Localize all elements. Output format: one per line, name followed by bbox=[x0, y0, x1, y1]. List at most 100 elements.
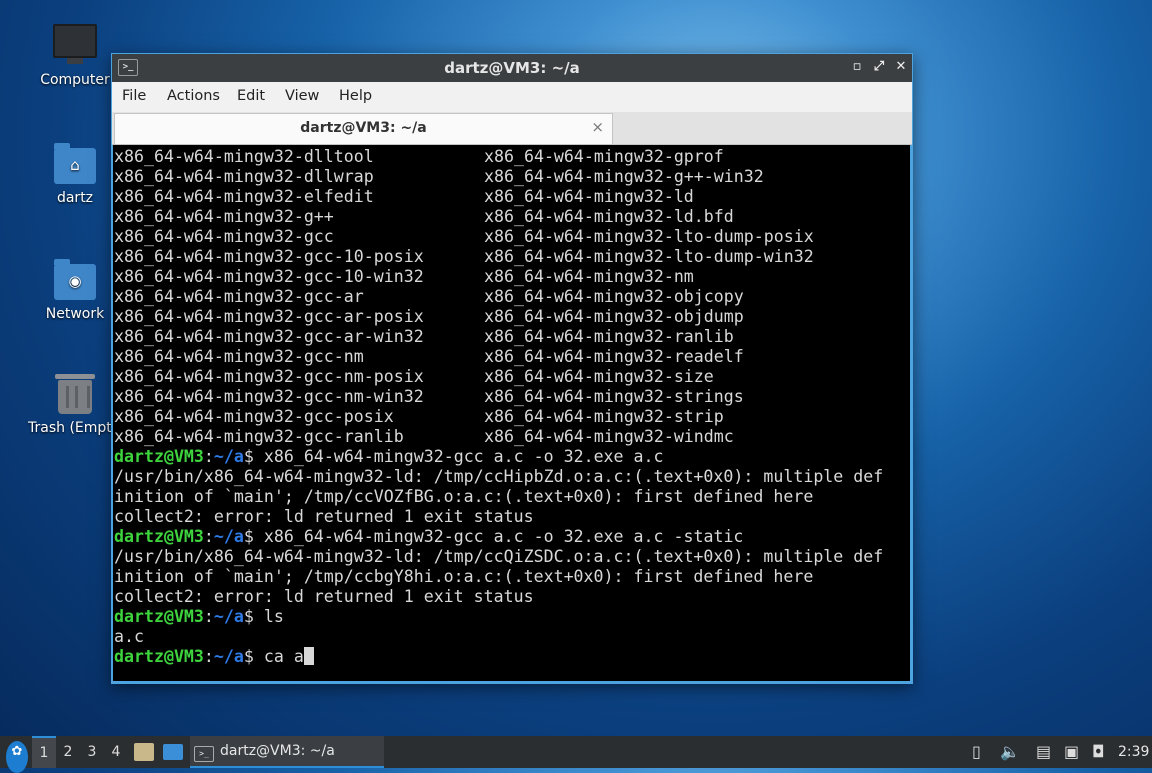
menu-file[interactable]: File bbox=[122, 88, 146, 104]
terminal-line: x86_64-w64-mingw32-gcc-nm-win32 x86_64-w6… bbox=[114, 387, 883, 407]
home-folder-icon: ⌂ bbox=[54, 143, 96, 184]
command-output: /usr/bin/x86_64-w64-mingw32-ld: /tmp/ccQ… bbox=[114, 547, 884, 566]
clock: 2:39 bbox=[1118, 744, 1150, 760]
tab-close-icon[interactable]: × bbox=[591, 118, 604, 136]
volume-icon[interactable]: 🔈 bbox=[1000, 736, 1020, 768]
start-menu-button[interactable]: ✿ bbox=[6, 741, 28, 773]
terminal-line: x86_64-w64-mingw32-gcc-posix x86_64-w64-m… bbox=[114, 407, 883, 427]
terminal-line: x86_64-w64-mingw32-gcc-ar x86_64-w64-ming… bbox=[114, 287, 883, 307]
listing-entry: x86_64-w64-mingw32-strings bbox=[484, 387, 744, 406]
terminal-line: dartz@VM3:~/a$ ls bbox=[114, 607, 883, 627]
listing-entry: x86_64-w64-mingw32-gcc-10-win32 bbox=[114, 267, 424, 286]
terminal-line: /usr/bin/x86_64-w64-mingw32-ld: /tmp/ccH… bbox=[114, 467, 883, 487]
workspace-1[interactable]: 1 bbox=[32, 736, 56, 768]
prompt-separator: : bbox=[203, 647, 214, 666]
listing-entry: x86_64-w64-mingw32-objcopy bbox=[484, 287, 744, 306]
listing-entry: x86_64-w64-mingw32-gcc-10-posix bbox=[114, 247, 424, 266]
network-icon[interactable]: ▣ bbox=[1064, 736, 1079, 768]
command-text: x86_64-w64-mingw32-gcc a.c -o 32.exe a.c… bbox=[263, 527, 744, 546]
terminal-icon: >_ bbox=[194, 746, 214, 762]
terminal-line: dartz@VM3:~/a$ ca a bbox=[114, 647, 883, 667]
listing-entry: x86_64-w64-mingw32-gcc-ar bbox=[114, 287, 364, 306]
command-text: x86_64-w64-mingw32-gcc a.c -o 32.exe a.c bbox=[263, 447, 664, 466]
terminal-output[interactable]: x86_64-w64-mingw32-dlltool x86_64-w64-min… bbox=[113, 145, 910, 681]
command-output: inition of `main'; /tmp/ccbgY8hi.o:a.c:(… bbox=[114, 567, 814, 586]
taskbar: ✿ 1 2 3 4 >_ dartz@VM3: ~/a ▯ 🔈 ▤ ▣ ◘ 2:3… bbox=[0, 736, 1152, 773]
prompt-separator: : bbox=[203, 607, 214, 626]
close-button[interactable]: ✕ bbox=[892, 58, 910, 76]
listing-entry: x86_64-w64-mingw32-nm bbox=[484, 267, 694, 286]
prompt-path: ~/a bbox=[213, 647, 244, 666]
listing-entry: x86_64-w64-mingw32-strip bbox=[484, 407, 724, 426]
listing-entry: x86_64-w64-mingw32-g++-win32 bbox=[484, 167, 764, 186]
terminal-line: x86_64-w64-mingw32-gcc-ar-posix x86_64-w6… bbox=[114, 307, 883, 327]
terminal-line: collect2: error: ld returned 1 exit stat… bbox=[114, 507, 883, 527]
listing-entry: x86_64-w64-mingw32-windmc bbox=[484, 427, 734, 446]
terminal-line: x86_64-w64-mingw32-gcc-10-win32 x86_64-w6… bbox=[114, 267, 883, 287]
prompt-separator: : bbox=[203, 527, 214, 546]
clipboard-icon[interactable]: ▯ bbox=[972, 736, 981, 768]
terminal-line: x86_64-w64-mingw32-gcc-10-posix x86_64-w6… bbox=[114, 247, 883, 267]
workspace-2[interactable]: 2 bbox=[56, 736, 80, 768]
terminal-line: dartz@VM3:~/a$ x86_64-w64-mingw32-gcc a.… bbox=[114, 527, 883, 547]
notes-icon[interactable]: ▤ bbox=[1036, 736, 1051, 768]
prompt-user: dartz@VM3 bbox=[114, 607, 204, 626]
prompt-symbol: $ bbox=[243, 527, 264, 546]
taskbar-item-label: dartz@VM3: ~/a bbox=[220, 743, 335, 759]
terminal-line: x86_64-w64-mingw32-dllwrap x86_64-w64-min… bbox=[114, 167, 883, 187]
maximize-button[interactable]: ⤢ bbox=[870, 58, 888, 76]
listing-entry: x86_64-w64-mingw32-ld bbox=[484, 187, 694, 206]
prompt-separator: : bbox=[203, 447, 214, 466]
command-output: /usr/bin/x86_64-w64-mingw32-ld: /tmp/ccH… bbox=[114, 467, 884, 486]
taskbar-item-terminal[interactable]: >_ dartz@VM3: ~/a bbox=[190, 736, 384, 768]
menu-actions[interactable]: Actions bbox=[167, 88, 220, 104]
terminal-line: dartz@VM3:~/a$ x86_64-w64-mingw32-gcc a.… bbox=[114, 447, 883, 467]
listing-entry: x86_64-w64-mingw32-gcc-nm-posix bbox=[114, 367, 424, 386]
text-cursor bbox=[303, 647, 314, 665]
terminal-line: x86_64-w64-mingw32-gcc x86_64-w64-mingw32… bbox=[114, 227, 883, 247]
listing-entry: x86_64-w64-mingw32-gprof bbox=[484, 147, 724, 166]
updates-icon[interactable]: ◘ bbox=[1092, 736, 1105, 768]
listing-entry: x86_64-w64-mingw32-g++ bbox=[114, 207, 334, 226]
listing-entry: x86_64-w64-mingw32-lto-dump-posix bbox=[484, 227, 814, 246]
command-output: collect2: error: ld returned 1 exit stat… bbox=[114, 587, 534, 606]
window-titlebar[interactable]: >_ dartz@VM3: ~/a ▫ ⤢ ✕ bbox=[112, 54, 912, 82]
listing-entry: x86_64-w64-mingw32-gcc-ar-win32 bbox=[114, 327, 424, 346]
workspace-4[interactable]: 4 bbox=[104, 736, 128, 768]
listing-entry: x86_64-w64-mingw32-elfedit bbox=[114, 187, 374, 206]
menu-view[interactable]: View bbox=[285, 88, 319, 104]
window-title: dartz@VM3: ~/a bbox=[444, 59, 580, 77]
workspace-3[interactable]: 3 bbox=[80, 736, 104, 768]
terminal-line: /usr/bin/x86_64-w64-mingw32-ld: /tmp/ccQ… bbox=[114, 547, 883, 567]
prompt-path: ~/a bbox=[213, 607, 244, 626]
listing-entry: x86_64-w64-mingw32-gcc-nm bbox=[114, 347, 364, 366]
command-text: ls bbox=[263, 607, 284, 626]
terminal-line: a.c bbox=[114, 627, 883, 647]
tab-terminal[interactable]: dartz@VM3: ~/a × bbox=[114, 113, 613, 144]
terminal-line: inition of `main'; /tmp/ccbgY8hi.o:a.c:(… bbox=[114, 567, 883, 587]
listing-entry: x86_64-w64-mingw32-dlltool bbox=[114, 147, 374, 166]
listing-entry: x86_64-w64-mingw32-readelf bbox=[484, 347, 744, 366]
trash-icon bbox=[55, 374, 95, 414]
menu-edit[interactable]: Edit bbox=[237, 88, 265, 104]
minimize-button[interactable]: ▫ bbox=[848, 58, 866, 76]
show-desktop-icon[interactable] bbox=[163, 744, 183, 760]
prompt-symbol: $ bbox=[243, 647, 264, 666]
listing-entry: x86_64-w64-mingw32-gcc-ranlib bbox=[114, 427, 404, 446]
listing-entry: x86_64-w64-mingw32-objdump bbox=[484, 307, 744, 326]
listing-entry: x86_64-w64-mingw32-lto-dump-win32 bbox=[484, 247, 814, 266]
listing-entry: x86_64-w64-mingw32-size bbox=[484, 367, 714, 386]
network-folder-icon: ◉ bbox=[54, 259, 96, 300]
file-manager-launcher-icon[interactable] bbox=[134, 743, 154, 761]
terminal-line: x86_64-w64-mingw32-gcc-nm-posix x86_64-w6… bbox=[114, 367, 883, 387]
terminal-line: collect2: error: ld returned 1 exit stat… bbox=[114, 587, 883, 607]
listing-entry: x86_64-w64-mingw32-gcc bbox=[114, 227, 334, 246]
terminal-line: x86_64-w64-mingw32-gcc-nm x86_64-w64-ming… bbox=[114, 347, 883, 367]
prompt-user: dartz@VM3 bbox=[114, 447, 204, 466]
command-output: inition of `main'; /tmp/ccVOZfBG.o:a.c:(… bbox=[114, 487, 814, 506]
listing-entry: x86_64-w64-mingw32-dllwrap bbox=[114, 167, 374, 186]
listing-entry: x86_64-w64-mingw32-gcc-ar-posix bbox=[114, 307, 424, 326]
menu-help[interactable]: Help bbox=[339, 88, 372, 104]
listing-entry: x86_64-w64-mingw32-ranlib bbox=[484, 327, 734, 346]
terminal-line: x86_64-w64-mingw32-dlltool x86_64-w64-min… bbox=[114, 147, 883, 167]
